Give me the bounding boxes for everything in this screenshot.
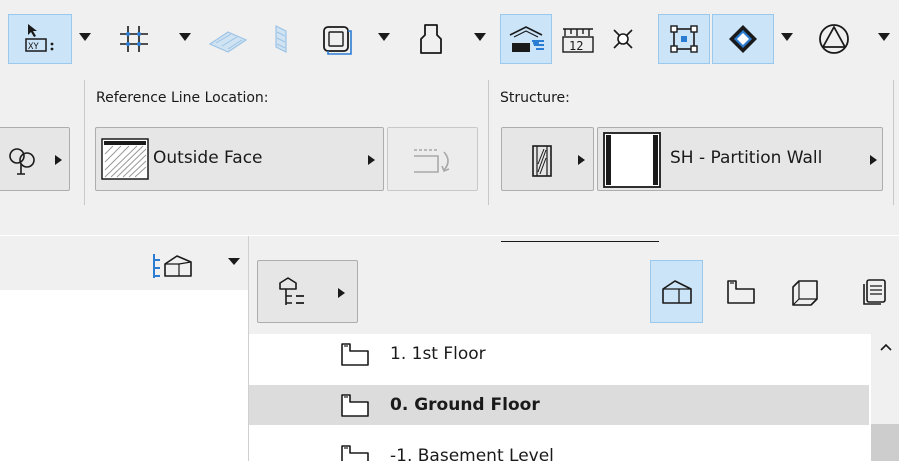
scrollbar-thumb[interactable] <box>871 424 899 461</box>
story-label: -1. Basement Level <box>390 446 554 461</box>
story-view-icon[interactable] <box>650 260 703 323</box>
chevron-right-icon <box>870 155 877 165</box>
chevron-right-icon <box>55 155 62 165</box>
frame-dropdown-arrow[interactable] <box>378 33 390 41</box>
tree-symbol-button[interactable] <box>0 127 70 191</box>
grid-snap-icon[interactable] <box>112 14 156 64</box>
vertical-scrollbar[interactable] <box>871 334 899 461</box>
structure-type-button[interactable] <box>501 127 594 191</box>
flip-reference-line-button[interactable] <box>387 127 478 191</box>
list-item[interactable]: -1. Basement Level <box>249 436 869 461</box>
info-box: Reference Line Location: Outside Face St… <box>0 80 899 235</box>
layout-view-icon[interactable] <box>849 260 899 323</box>
story-icon <box>339 443 371 461</box>
frame-icon[interactable] <box>313 14 359 64</box>
svg-text:XY: XY <box>28 42 39 52</box>
separator <box>488 80 489 205</box>
list-item-selected[interactable]: 0. Ground Floor <box>249 385 869 425</box>
story-label: 0. Ground Floor <box>390 395 540 415</box>
flip-line-icon <box>412 142 458 180</box>
navigator-view-button[interactable] <box>257 260 358 323</box>
surface-dropdown-arrow[interactable] <box>781 33 793 41</box>
story-tree-icon <box>274 275 314 309</box>
wall-face-icon[interactable] <box>264 14 300 64</box>
section-view-icon[interactable] <box>719 260 763 323</box>
list-item[interactable]: 1. 1st Floor <box>249 334 869 374</box>
navigator-header <box>249 236 899 334</box>
svg-text:12: 12 <box>569 39 583 53</box>
drag-handle[interactable] <box>501 241 659 242</box>
grid-dropdown-arrow[interactable] <box>179 33 191 41</box>
coordinate-dropdown-arrow[interactable] <box>79 33 91 41</box>
project-map-icon[interactable] <box>151 250 211 282</box>
elevation-view-icon[interactable] <box>784 260 828 323</box>
geometry-dropdown-arrow[interactable] <box>878 33 890 41</box>
structure-display-icon[interactable] <box>500 14 552 64</box>
intersection-icon[interactable] <box>604 14 642 64</box>
separator <box>893 80 894 205</box>
reference-line-value: Outside Face <box>153 148 263 168</box>
coordinate-input-icon[interactable]: XY <box>8 14 72 64</box>
story-icon <box>339 341 371 367</box>
surface-3d-icon[interactable] <box>712 14 774 64</box>
tree-icon <box>7 144 39 178</box>
basic-structure-icon <box>530 144 556 178</box>
composite-select-button[interactable]: SH - Partition Wall <box>597 127 883 191</box>
chevron-right-icon <box>578 155 585 165</box>
structure-value: SH - Partition Wall <box>670 148 823 168</box>
chevron-right-icon <box>368 155 375 165</box>
chevron-right-icon <box>338 288 345 298</box>
bounding-box-icon[interactable] <box>658 14 710 64</box>
reference-line-location-button[interactable]: Outside Face <box>95 127 384 191</box>
toolbar: XY 12 <box>0 0 899 81</box>
scroll-up-icon[interactable] <box>879 342 893 352</box>
profile-dropdown-arrow[interactable] <box>474 33 486 41</box>
outside-face-icon <box>101 138 149 180</box>
partition-wall-icon <box>603 132 661 188</box>
structure-caption: Structure: <box>500 90 570 106</box>
project-map-dropdown-arrow[interactable] <box>228 258 240 265</box>
dimension-12-icon[interactable]: 12 <box>556 14 600 64</box>
geometry-method-icon[interactable] <box>812 14 856 64</box>
separator <box>84 80 85 205</box>
slab-tool-icon[interactable] <box>203 14 253 64</box>
profile-shape-icon[interactable] <box>409 14 453 64</box>
story-label: 1. 1st Floor <box>390 344 486 364</box>
story-icon <box>339 392 371 418</box>
reference-line-caption: Reference Line Location: <box>96 90 269 106</box>
left-pane-header <box>0 236 248 290</box>
